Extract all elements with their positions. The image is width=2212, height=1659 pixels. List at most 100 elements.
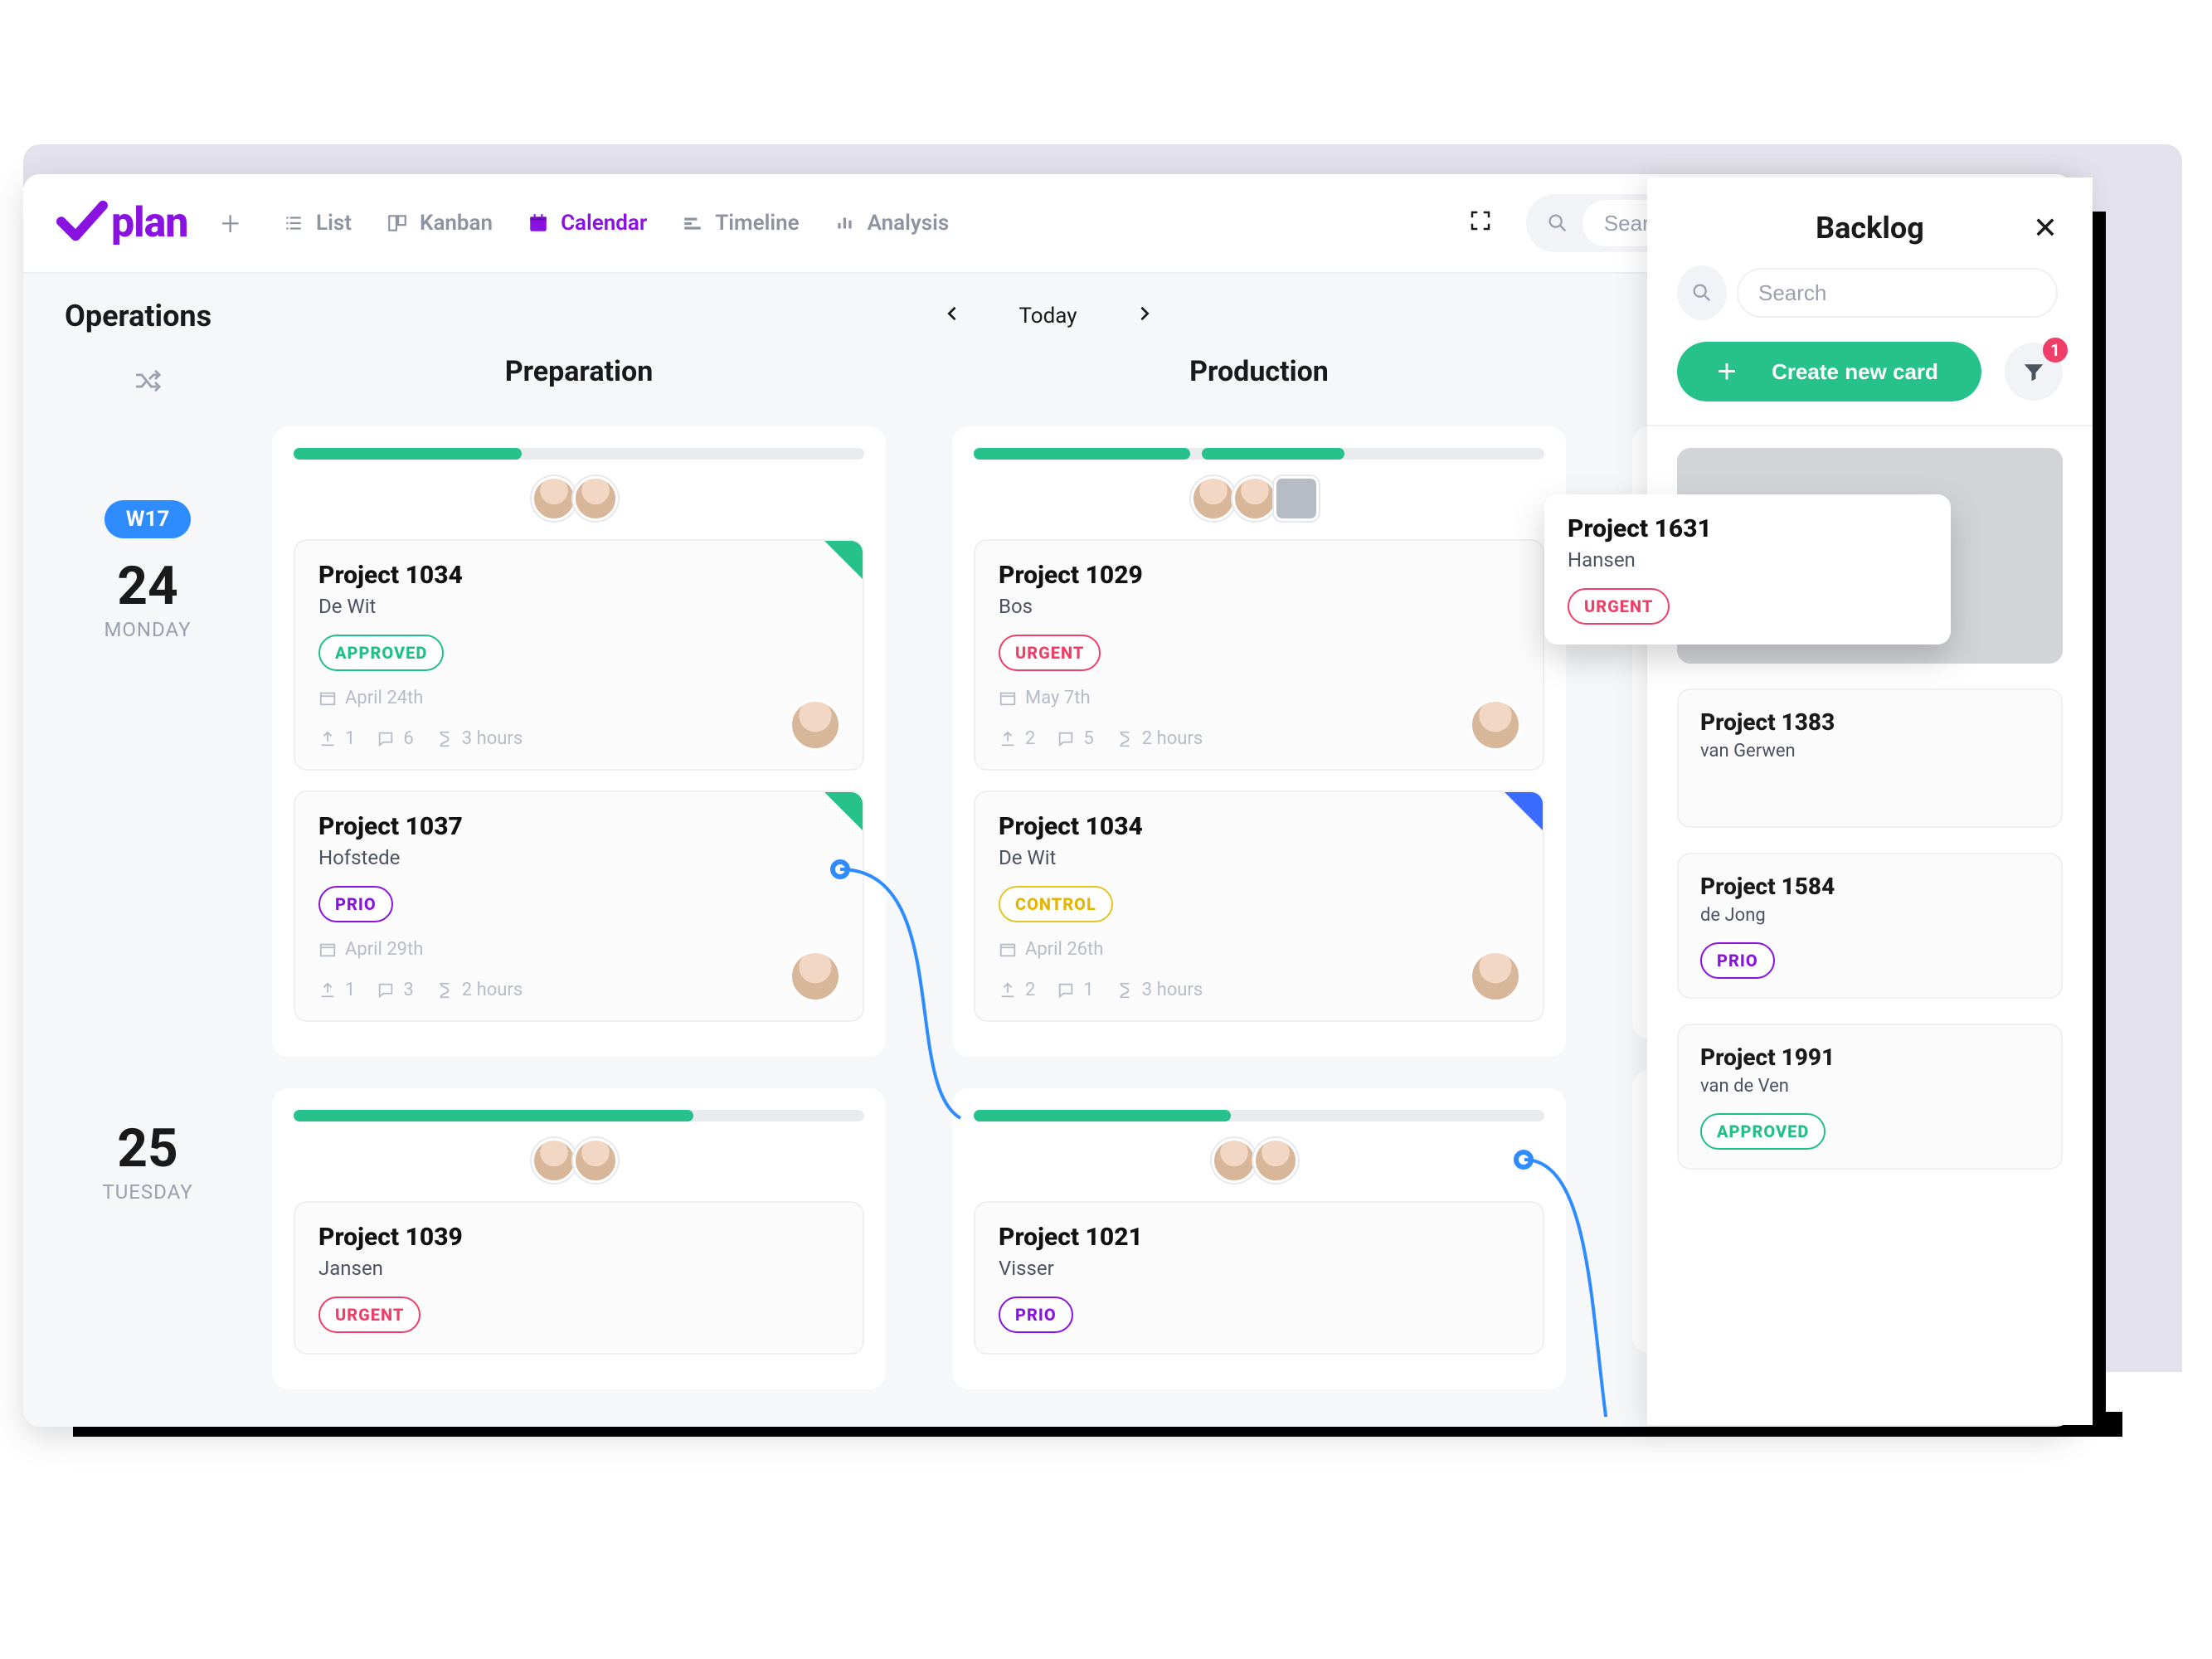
status-tag: PRIO bbox=[1700, 942, 1775, 979]
panel-title: Backlog bbox=[1816, 211, 1924, 246]
avatar[interactable] bbox=[1470, 699, 1521, 751]
project-card[interactable]: Project 1029 Bos URGENT May 7th 2 5 2 ho… bbox=[974, 539, 1544, 771]
comments-count: 6 bbox=[377, 728, 413, 749]
next-day-button[interactable] bbox=[1135, 304, 1154, 328]
project-card[interactable]: Project 1034 De Wit APPROVED April 24th … bbox=[294, 539, 864, 771]
view-list-label: List bbox=[316, 211, 352, 236]
view-list[interactable]: List bbox=[283, 211, 352, 236]
project-card[interactable]: Project 1021 Visser PRIO bbox=[974, 1201, 1544, 1355]
avatar[interactable] bbox=[1470, 951, 1521, 1002]
view-calendar[interactable]: Calendar bbox=[527, 211, 647, 236]
comment-icon bbox=[377, 730, 395, 748]
card-subtitle: Hofstede bbox=[318, 846, 839, 869]
comments-count: 3 bbox=[377, 980, 413, 1000]
brand-logo[interactable]: plan bbox=[56, 197, 187, 249]
uploads-count: 1 bbox=[318, 728, 355, 749]
card-corner-marker bbox=[824, 792, 863, 830]
status-tag: APPROVED bbox=[1700, 1113, 1826, 1150]
card-subtitle: van de Ven bbox=[1700, 1076, 2039, 1097]
week-badge: W17 bbox=[105, 500, 192, 538]
day-cell: Project 1034 De Wit APPROVED April 24th … bbox=[272, 426, 886, 1057]
upload-icon bbox=[999, 981, 1017, 1000]
capacity-bar bbox=[294, 1110, 864, 1121]
day-number: 24 bbox=[23, 560, 272, 613]
comment-icon bbox=[1057, 730, 1075, 748]
view-timeline[interactable]: Timeline bbox=[682, 211, 799, 236]
shuffle-button[interactable] bbox=[134, 367, 162, 401]
hourglass-icon bbox=[1116, 730, 1134, 748]
project-card[interactable]: Project 1034 De Wit CONTROL April 26th 2… bbox=[974, 791, 1544, 1022]
capacity-bar bbox=[974, 1110, 1544, 1121]
backlog-card[interactable]: Project 1383 van Gerwen bbox=[1677, 688, 2063, 828]
fullscreen-button[interactable] bbox=[1468, 208, 1493, 239]
uploads-count: 2 bbox=[999, 980, 1035, 1000]
avatar[interactable] bbox=[1191, 476, 1236, 521]
hours-value: 2 hours bbox=[1116, 728, 1203, 749]
add-button[interactable]: + bbox=[221, 204, 240, 243]
card-subtitle: Jansen bbox=[318, 1257, 839, 1280]
card-title: Project 1991 bbox=[1700, 1044, 2039, 1071]
card-title: Project 1021 bbox=[999, 1223, 1519, 1252]
calendar-icon bbox=[527, 212, 549, 234]
view-analysis[interactable]: Analysis bbox=[834, 211, 950, 236]
create-card-button[interactable]: + Create new card bbox=[1677, 342, 1981, 401]
avatar[interactable] bbox=[532, 1138, 576, 1183]
avatar[interactable] bbox=[1212, 1138, 1257, 1183]
view-calendar-label: Calendar bbox=[561, 211, 647, 236]
project-card[interactable]: Project 1039 Jansen URGENT bbox=[294, 1201, 864, 1355]
card-date: April 24th bbox=[318, 688, 839, 708]
hourglass-icon bbox=[435, 730, 454, 748]
project-card[interactable]: Project 1037 Hofstede PRIO April 29th 1 … bbox=[294, 791, 864, 1022]
view-kanban[interactable]: Kanban bbox=[386, 211, 493, 236]
panel-search-input[interactable] bbox=[1737, 268, 2058, 318]
connector-handle[interactable] bbox=[830, 859, 850, 879]
connector-handle[interactable] bbox=[1514, 1150, 1534, 1170]
card-subtitle: de Jong bbox=[1700, 905, 2039, 926]
avatar[interactable] bbox=[532, 476, 576, 521]
filter-button[interactable]: 1 bbox=[2005, 343, 2063, 401]
backlog-card[interactable]: Project 1991 van de Ven APPROVED bbox=[1677, 1024, 2063, 1170]
uploads-count: 2 bbox=[999, 728, 1035, 749]
column-header: Production bbox=[952, 355, 1566, 388]
close-panel-button[interactable]: ✕ bbox=[2033, 211, 2058, 246]
card-corner-marker bbox=[1505, 792, 1543, 830]
day-name: MONDAY bbox=[23, 618, 272, 641]
card-title: Project 1037 bbox=[318, 812, 839, 841]
status-tag: URGENT bbox=[1568, 588, 1670, 625]
hourglass-icon bbox=[435, 981, 454, 1000]
avatar[interactable] bbox=[790, 699, 841, 751]
avatar[interactable] bbox=[1253, 1138, 1298, 1183]
filter-count-badge: 1 bbox=[2043, 338, 2068, 362]
avatar[interactable] bbox=[790, 951, 841, 1002]
day-name: TUESDAY bbox=[23, 1180, 272, 1204]
column-header: Preparation bbox=[272, 355, 886, 388]
date-icon bbox=[999, 689, 1017, 708]
view-switcher: List Kanban Calendar Timeline Analysis bbox=[283, 211, 949, 236]
resource-icon[interactable] bbox=[1274, 476, 1319, 521]
date-navigator: Today bbox=[942, 304, 1153, 328]
status-tag: APPROVED bbox=[318, 635, 444, 671]
avatar[interactable] bbox=[573, 476, 618, 521]
dragging-card[interactable]: Project 1631 Hansen URGENT bbox=[1544, 494, 1951, 645]
capacity-bar bbox=[974, 448, 1544, 460]
prev-day-button[interactable] bbox=[942, 304, 960, 328]
avatar[interactable] bbox=[1232, 476, 1277, 521]
status-tag: PRIO bbox=[318, 886, 393, 922]
analysis-icon bbox=[834, 212, 856, 234]
hours-value: 3 hours bbox=[1116, 980, 1203, 1000]
comments-count: 5 bbox=[1057, 728, 1093, 749]
card-subtitle: van Gerwen bbox=[1700, 741, 2039, 761]
shuffle-icon bbox=[134, 367, 162, 395]
today-label[interactable]: Today bbox=[1018, 304, 1077, 328]
date-icon bbox=[318, 689, 337, 708]
column-preparation: Preparation Project 1034 De Wit APPROVED bbox=[272, 355, 886, 1417]
chevron-right-icon bbox=[1135, 304, 1154, 323]
hours-value: 2 hours bbox=[435, 980, 523, 1000]
day-cell: Project 1039 Jansen URGENT bbox=[272, 1088, 886, 1389]
card-title: Project 1034 bbox=[318, 561, 839, 590]
comment-icon bbox=[377, 981, 395, 1000]
brand-text: plan bbox=[111, 199, 187, 247]
plus-icon: + bbox=[1712, 357, 1742, 387]
avatar[interactable] bbox=[573, 1138, 618, 1183]
backlog-card[interactable]: Project 1584 de Jong PRIO bbox=[1677, 853, 2063, 999]
